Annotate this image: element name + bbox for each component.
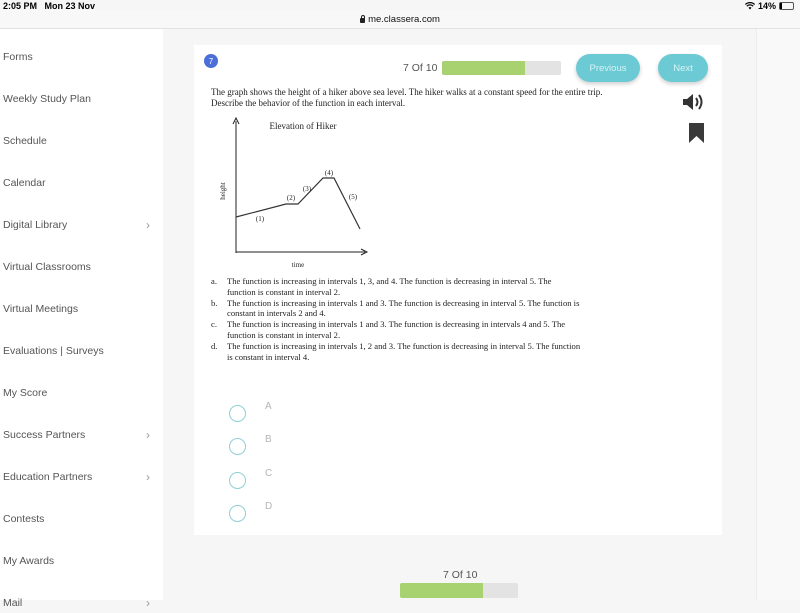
sidebar-item-success-partners[interactable]: Success Partners ›	[3, 425, 158, 445]
option-label: C	[265, 467, 273, 479]
radio-button[interactable]	[229, 405, 246, 422]
progress-bar-fill	[442, 61, 526, 75]
choice-letter: d.	[211, 340, 218, 351]
bottom-progress-bar-fill	[400, 583, 483, 598]
option-label: D	[265, 500, 273, 512]
interval-label-2: (2)	[287, 194, 296, 202]
sidebar-item-label: My Awards	[3, 555, 55, 567]
option-a[interactable]: A	[229, 401, 309, 425]
sidebar-item-label: Evaluations | Surveys	[3, 345, 104, 357]
sidebar-item-label: Forms	[3, 51, 33, 63]
sidebar-item-calendar[interactable]: Calendar	[3, 173, 158, 193]
sidebar-item-forms[interactable]: Forms	[3, 47, 158, 67]
option-label: B	[265, 434, 272, 446]
choice-text: The function is increasing in intervals …	[227, 276, 552, 297]
interval-label-1: (1)	[256, 215, 265, 223]
sidebar-item-label: Education Partners	[3, 471, 93, 483]
sidebar-item-my-score[interactable]: My Score	[3, 383, 158, 403]
sidebar-item-contests[interactable]: Contests	[3, 509, 158, 529]
bookmark-icon[interactable]	[689, 123, 704, 143]
option-label: A	[265, 401, 272, 412]
sidebar-item-label: Virtual Classrooms	[3, 261, 91, 273]
choice-text: The function is increasing in intervals …	[227, 297, 580, 319]
lock-icon	[360, 14, 366, 23]
answer-choices-text: a. The function is increasing in interval…	[211, 276, 581, 362]
elevation-line	[235, 177, 361, 230]
sidebar: Forms Weekly Study Plan Schedule Calendar Di…	[0, 29, 163, 610]
choice-row: b. The function is increasing in interval…	[211, 298, 581, 320]
sidebar-item-mail[interactable]: Mail ›	[3, 593, 158, 613]
interval-label-4: (4)	[325, 169, 334, 177]
sidebar-item-evaluations-surveys[interactable]: Evaluations | Surveys	[3, 341, 158, 361]
chevron-right-icon: ›	[146, 218, 150, 232]
option-d[interactable]: D	[229, 501, 309, 525]
chevron-right-icon: ›	[146, 470, 150, 484]
sidebar-item-label: Calendar	[3, 177, 46, 189]
sidebar-item-education-partners[interactable]: Education Partners ›	[3, 467, 158, 487]
x-axis-label: time	[292, 261, 304, 269]
wifi-icon	[744, 2, 755, 10]
progress-label: 7 Of 10	[403, 62, 438, 74]
y-axis-label: height	[219, 182, 227, 200]
sidebar-item-label: Digital Library	[3, 219, 68, 231]
sidebar-item-virtual-meetings[interactable]: Virtual Meetings	[3, 299, 158, 319]
radio-button[interactable]	[229, 504, 246, 522]
sidebar-item-weekly-study-plan[interactable]: Weekly Study Plan	[3, 89, 158, 109]
url-bar[interactable]: me.classera.com	[0, 10, 800, 29]
question-number-badge: 7	[204, 54, 218, 68]
sidebar-item-label: Weekly Study Plan	[3, 93, 91, 105]
sidebar-item-label: Mail	[3, 597, 23, 609]
sidebar-item-label: Virtual Meetings	[3, 303, 79, 315]
progress-bar	[442, 61, 561, 75]
radio-button[interactable]	[229, 471, 246, 489]
sidebar-item-label: Schedule	[3, 135, 47, 147]
graph-title: Elevation of Hiker	[270, 121, 337, 131]
sidebar-item-label: My Score	[3, 387, 48, 399]
next-button[interactable]: Next	[658, 54, 708, 82]
radio-button[interactable]	[229, 438, 246, 456]
question-text: The graph shows the height of a hiker ab…	[211, 87, 603, 108]
sidebar-item-schedule[interactable]: Schedule	[3, 131, 158, 151]
choice-text: The function is increasing in intervals …	[227, 340, 581, 362]
question-card: 7 7 Of 10 Previous Next The graph shows …	[194, 45, 722, 535]
previous-button[interactable]: Previous	[576, 54, 640, 82]
choice-letter: a.	[211, 276, 217, 286]
choice-letter: c.	[211, 319, 217, 330]
sidebar-item-my-awards[interactable]: My Awards	[3, 551, 158, 571]
sidebar-item-digital-library[interactable]: Digital Library ›	[3, 215, 158, 235]
url-text[interactable]: me.classera.com	[368, 14, 440, 25]
chevron-right-icon: ›	[146, 428, 150, 442]
option-c[interactable]: C	[229, 468, 309, 492]
interval-label-3: (3)	[303, 185, 312, 193]
elevation-graph: Elevation of Hiker time height (1) (2) (…	[219, 116, 369, 269]
choice-row: a. The function is increasing in interval…	[211, 276, 581, 298]
choice-letter: b.	[211, 297, 218, 308]
choice-row: c. The function is increasing in interval…	[211, 319, 581, 341]
interval-label-5: (5)	[349, 193, 358, 201]
sidebar-item-label: Success Partners	[3, 429, 86, 441]
choice-text: The function is increasing in intervals …	[227, 319, 566, 340]
chevron-right-icon: ›	[146, 596, 150, 610]
choice-row: d. The function is increasing in interval…	[211, 341, 581, 363]
sidebar-item-virtual-classrooms[interactable]: Virtual Classrooms	[3, 257, 158, 277]
bottom-progress-label: 7 Of 10	[443, 569, 478, 581]
sidebar-item-label: Contests	[3, 513, 45, 525]
option-b[interactable]: B	[229, 434, 309, 458]
bottom-progress-bar	[400, 583, 518, 598]
right-panel	[756, 29, 800, 600]
battery-icon	[779, 2, 794, 10]
speaker-icon[interactable]	[682, 93, 706, 111]
